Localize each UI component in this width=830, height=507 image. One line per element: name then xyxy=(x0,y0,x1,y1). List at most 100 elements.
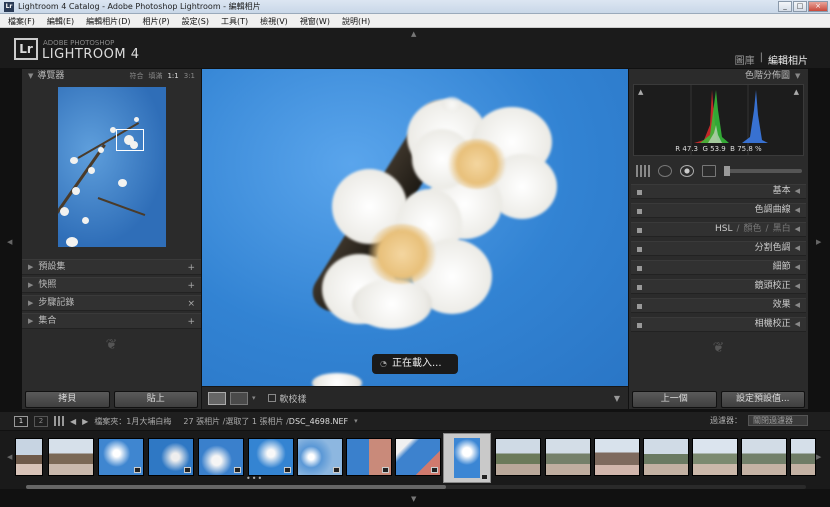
filmstrip-thumbnail[interactable] xyxy=(643,438,689,476)
filmstrip-thumbnail[interactable] xyxy=(395,438,441,476)
add-collection-icon[interactable]: + xyxy=(187,314,195,328)
filmstrip[interactable]: ◀ ▶ xyxy=(0,431,830,489)
collapse-left-icon[interactable]: ◀ xyxy=(7,238,12,246)
zoom-3-1[interactable]: 3:1 xyxy=(184,69,195,83)
dropdown-arrow-icon[interactable]: ▾ xyxy=(252,394,256,402)
filmstrip-thumbnail[interactable] xyxy=(545,438,591,476)
minimize-button[interactable]: _ xyxy=(778,1,792,12)
filter-select[interactable]: 關閉過濾器 xyxy=(748,415,808,426)
filmstrip-thumbnail[interactable] xyxy=(297,438,343,476)
zoom-1-1[interactable]: 1:1 xyxy=(167,69,178,83)
menu-view[interactable]: 檢視(V) xyxy=(252,14,292,27)
close-button[interactable]: × xyxy=(808,1,828,12)
forward-arrow-icon[interactable]: ▶ xyxy=(82,417,88,426)
grid-view-icon[interactable] xyxy=(54,416,64,426)
filmstrip-source[interactable]: 檔案夾：1月大埔白梅 xyxy=(94,416,171,427)
menu-develop[interactable]: 編輯相片(D) xyxy=(78,14,134,27)
collapse-bottom-icon[interactable]: ▼ xyxy=(411,495,416,503)
add-preset-icon[interactable]: + xyxy=(187,260,195,274)
window-1-button[interactable]: 1 xyxy=(14,415,28,427)
spot-removal-icon[interactable] xyxy=(658,165,672,177)
panel-switch-icon[interactable] xyxy=(637,247,642,252)
filmstrip-scrollbar[interactable] xyxy=(26,485,806,489)
menu-window[interactable]: 視窗(W) xyxy=(292,14,334,27)
navigator-zoom-rect[interactable] xyxy=(115,129,144,151)
graduated-filter-icon[interactable] xyxy=(702,165,716,177)
navigator-preview[interactable] xyxy=(57,87,166,247)
collapse-top-icon[interactable]: ▲ xyxy=(411,30,416,38)
window-2-button[interactable]: 2 xyxy=(34,415,48,427)
highlight-clip-icon[interactable]: ▲ xyxy=(794,88,799,96)
panel-collections[interactable]: ▶ 集合 + xyxy=(22,313,201,329)
panel-camera-calibration[interactable]: 相機校正 ◀ xyxy=(631,317,806,332)
filmstrip-thumbnail[interactable] xyxy=(98,438,144,476)
filmstrip-thumbnail[interactable] xyxy=(248,438,294,476)
reset-button[interactable]: 設定預設值... xyxy=(720,391,805,408)
clear-history-icon[interactable]: × xyxy=(187,296,195,310)
slider-knob[interactable] xyxy=(724,166,730,176)
menu-help[interactable]: 說明(H) xyxy=(334,14,374,27)
paste-button[interactable]: 貼上 xyxy=(113,391,198,408)
filmstrip-thumbnail[interactable] xyxy=(148,438,194,476)
softproof-checkbox[interactable] xyxy=(267,394,276,402)
drag-handle-icon[interactable]: ••• xyxy=(246,474,263,483)
filmstrip-thumbnail[interactable] xyxy=(48,438,94,476)
panel-switch-icon[interactable] xyxy=(637,304,642,309)
filmstrip-thumbnail[interactable] xyxy=(495,438,541,476)
filmstrip-thumbnail[interactable] xyxy=(594,438,640,476)
before-after-icon[interactable] xyxy=(230,391,248,405)
panel-effects[interactable]: 效果 ◀ xyxy=(631,298,806,313)
filmstrip-thumbnail[interactable] xyxy=(741,438,787,476)
filmstrip-thumbnail[interactable] xyxy=(15,438,43,476)
panel-lens-corrections[interactable]: 鏡頭校正 ◀ xyxy=(631,279,806,294)
adjustment-brush-slider[interactable] xyxy=(724,166,802,176)
histogram-title[interactable]: 色階分佈圖 xyxy=(629,69,808,83)
filmstrip-thumbnail[interactable] xyxy=(346,438,392,476)
filmstrip-thumbnail[interactable] xyxy=(790,438,816,476)
shadow-clip-icon[interactable]: ▲ xyxy=(638,88,643,96)
filmstrip-left-icon[interactable]: ◀ xyxy=(7,453,12,461)
zoom-fill[interactable]: 填滿 xyxy=(148,69,162,83)
main-image-view[interactable]: ◔ 正在載入... xyxy=(202,69,628,386)
collapse-right-icon[interactable]: ▶ xyxy=(816,238,821,246)
panel-split-toning[interactable]: 分割色調 ◀ xyxy=(631,241,806,256)
crop-overlay-icon[interactable] xyxy=(636,165,650,177)
panel-history[interactable]: ▶ 步驟記錄 × xyxy=(22,295,201,311)
back-arrow-icon[interactable]: ◀ xyxy=(70,417,76,426)
filmstrip-right-icon[interactable]: ▶ xyxy=(816,453,821,461)
red-eye-icon[interactable] xyxy=(680,165,694,177)
menu-tools[interactable]: 工具(T) xyxy=(213,14,252,27)
panel-hsl[interactable]: HSL / 顏色 / 黑白 ◀ xyxy=(631,222,806,237)
filmstrip-scroll-thumb[interactable] xyxy=(26,485,446,489)
add-snapshot-icon[interactable]: + xyxy=(187,278,195,292)
toolbar-menu-icon[interactable]: ▼ xyxy=(614,394,620,403)
menu-settings[interactable]: 設定(S) xyxy=(174,14,213,27)
panel-detail[interactable]: 細節 ◀ xyxy=(631,260,806,275)
bw-label[interactable]: 黑白 xyxy=(773,222,791,237)
zoom-fit[interactable]: 符合 xyxy=(129,69,143,83)
color-label[interactable]: 顏色 xyxy=(744,222,762,237)
module-library[interactable]: 圖庫 xyxy=(735,52,755,67)
copy-button[interactable]: 拷貝 xyxy=(25,391,110,408)
menu-file[interactable]: 檔案(F) xyxy=(0,14,39,27)
navigator-header[interactable]: ▼ 導覽器 符合 填滿 1:1 3:1 xyxy=(22,69,201,83)
hsl-label[interactable]: HSL xyxy=(715,222,733,237)
filmstrip-thumbnail-selected[interactable] xyxy=(443,433,491,483)
expand-triangle-icon[interactable]: ▼ xyxy=(795,72,800,80)
maximize-button[interactable]: □ xyxy=(793,1,807,12)
panel-switch-icon[interactable] xyxy=(637,228,642,233)
loupe-view-icon[interactable] xyxy=(208,391,226,405)
panel-switch-icon[interactable] xyxy=(637,190,642,195)
panel-tone-curve[interactable]: 色調曲線 ◀ xyxy=(631,203,806,218)
panel-snapshots[interactable]: ▶ 快照 + xyxy=(22,277,201,293)
filename-dropdown-icon[interactable]: ▾ xyxy=(354,417,358,425)
menu-photo[interactable]: 相片(P) xyxy=(135,14,174,27)
histogram[interactable]: ▲ ▲ R 47.3 G 53.9 B 75.8 % xyxy=(633,84,804,156)
panel-basic[interactable]: 基本 ◀ xyxy=(631,184,806,199)
menu-edit[interactable]: 編輯(E) xyxy=(39,14,78,27)
previous-button[interactable]: 上一個 xyxy=(632,391,717,408)
panel-switch-icon[interactable] xyxy=(637,285,642,290)
panel-switch-icon[interactable] xyxy=(637,266,642,271)
panel-switch-icon[interactable] xyxy=(637,209,642,214)
filmstrip-thumbnail[interactable] xyxy=(198,438,244,476)
